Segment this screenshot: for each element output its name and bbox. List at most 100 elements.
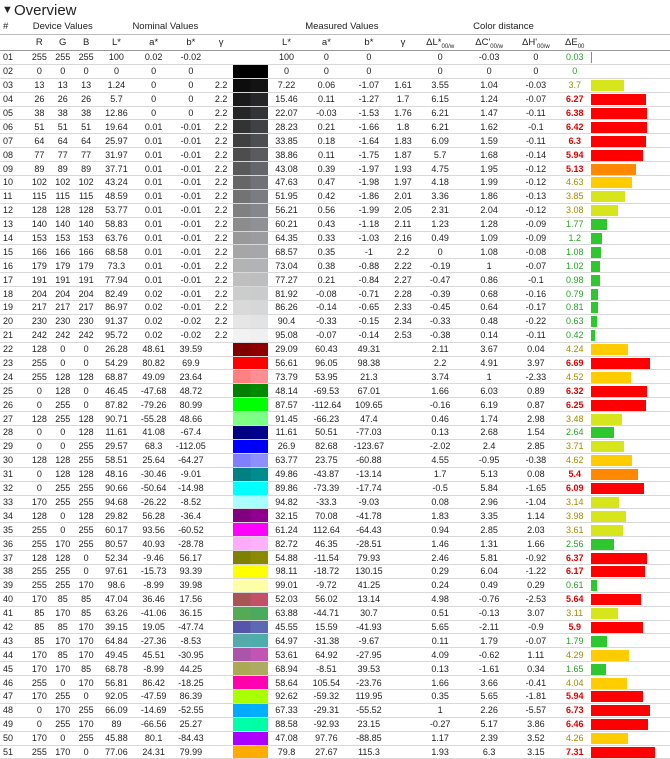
device-r: 255 bbox=[28, 578, 51, 592]
measured-a: 50.51 bbox=[305, 426, 348, 440]
table-row: 2124224224295.720.02-0.022.295.08-0.07-0… bbox=[0, 328, 670, 342]
delta-c: 1.68 bbox=[465, 148, 514, 162]
color-swatch bbox=[233, 203, 268, 217]
device-r: 179 bbox=[28, 259, 51, 273]
delta-e-bar-fill bbox=[591, 636, 607, 647]
nominal-b: -18.25 bbox=[172, 676, 209, 690]
nominal-a: 0 bbox=[135, 78, 172, 92]
delta-e-bar-fill bbox=[591, 372, 631, 383]
header-bar bbox=[591, 35, 670, 51]
measured-gamma: 2.05 bbox=[390, 203, 416, 217]
header-nominal-a: a* bbox=[135, 35, 172, 51]
nominal-gamma: 2.2 bbox=[209, 148, 232, 162]
measured-l: 15.46 bbox=[268, 92, 305, 106]
nominal-b: 17.56 bbox=[172, 592, 209, 606]
nominal-l: 53.77 bbox=[98, 203, 135, 217]
nominal-a: 19.05 bbox=[135, 620, 172, 634]
delta-c: 6.04 bbox=[465, 564, 514, 578]
measured-b: -88.85 bbox=[348, 731, 391, 745]
collapse-triangle-icon[interactable]: ▼ bbox=[2, 4, 14, 16]
device-r: 0 bbox=[28, 426, 51, 440]
measured-gamma: 2.01 bbox=[390, 189, 416, 203]
device-r: 85 bbox=[28, 620, 51, 634]
device-b: 170 bbox=[74, 648, 97, 662]
delta-e: 6.73 bbox=[558, 703, 591, 717]
delta-e-bar bbox=[591, 439, 670, 453]
nominal-l: 52.34 bbox=[98, 551, 135, 565]
delta-e: 5.4 bbox=[558, 467, 591, 481]
delta-e: 1.08 bbox=[558, 245, 591, 259]
measured-b: -9.03 bbox=[348, 495, 391, 509]
device-r: 170 bbox=[28, 592, 51, 606]
nominal-l: 95.72 bbox=[98, 328, 135, 342]
nominal-a: 0 bbox=[135, 92, 172, 106]
device-r: 255 bbox=[28, 564, 51, 578]
delta-e: 6.38 bbox=[558, 106, 591, 120]
delta-e-bar-fill bbox=[591, 247, 600, 258]
overview-header[interactable]: ▼ Overview bbox=[0, 0, 670, 20]
row-number: 22 bbox=[0, 342, 28, 356]
measured-gamma bbox=[390, 509, 416, 523]
row-number: 43 bbox=[0, 634, 28, 648]
measured-gamma bbox=[390, 731, 416, 745]
nominal-gamma bbox=[209, 578, 232, 592]
device-r: 38 bbox=[28, 106, 51, 120]
delta-l: 1.17 bbox=[416, 731, 465, 745]
row-number: 36 bbox=[0, 537, 28, 551]
row-number: 01 bbox=[0, 51, 28, 65]
nominal-l: 54.29 bbox=[98, 356, 135, 370]
delta-c: 0.14 bbox=[465, 328, 514, 342]
delta-e: 0.42 bbox=[558, 328, 591, 342]
measured-l: 48.14 bbox=[268, 384, 305, 398]
nominal-l: 58.83 bbox=[98, 217, 135, 231]
nominal-l: 87.82 bbox=[98, 398, 135, 412]
table-row: 3012812825558.5125.64-64.2763.7723.75-60… bbox=[0, 453, 670, 467]
color-swatch bbox=[233, 217, 268, 231]
measured-a: -0.03 bbox=[305, 106, 348, 120]
nominal-b: -0.01 bbox=[172, 301, 209, 315]
measured-l: 64.97 bbox=[268, 634, 305, 648]
measured-l: 26.9 bbox=[268, 439, 305, 453]
device-g: 26 bbox=[51, 92, 74, 106]
delta-c: 1.86 bbox=[465, 189, 514, 203]
device-b: 85 bbox=[74, 606, 97, 620]
nominal-gamma bbox=[209, 564, 232, 578]
nominal-l: 45.88 bbox=[98, 731, 135, 745]
table-row: 232550054.2980.8269.956.6196.0598.382.24… bbox=[0, 356, 670, 370]
nominal-gamma: 2.2 bbox=[209, 106, 232, 120]
delta-c: 1.28 bbox=[465, 217, 514, 231]
delta-h: -0.07 bbox=[514, 259, 559, 273]
table-row: 0651515119.640.01-0.012.228.230.21-1.661… bbox=[0, 120, 670, 134]
nominal-l: 19.64 bbox=[98, 120, 135, 134]
measured-b: -55.52 bbox=[348, 703, 391, 717]
delta-e: 0.61 bbox=[558, 578, 591, 592]
delta-l: 6.21 bbox=[416, 120, 465, 134]
row-number: 29 bbox=[0, 439, 28, 453]
measured-l: 95.08 bbox=[268, 328, 305, 342]
header-device-values: Device Values bbox=[28, 20, 98, 35]
device-r: 140 bbox=[28, 217, 51, 231]
device-g: 170 bbox=[51, 703, 74, 717]
row-number: 35 bbox=[0, 523, 28, 537]
measured-b: -17.74 bbox=[348, 481, 391, 495]
device-g: 255 bbox=[51, 689, 74, 703]
device-b: 64 bbox=[74, 134, 97, 148]
measured-l: 86.26 bbox=[268, 301, 305, 315]
measured-a: -9.72 bbox=[305, 578, 348, 592]
measured-a: -33.3 bbox=[305, 495, 348, 509]
device-r: 255 bbox=[28, 523, 51, 537]
nominal-l: 68.58 bbox=[98, 245, 135, 259]
nominal-a: 56.28 bbox=[135, 509, 172, 523]
measured-gamma bbox=[390, 703, 416, 717]
delta-e-bar bbox=[591, 328, 670, 342]
nominal-gamma bbox=[209, 398, 232, 412]
delta-e-bar bbox=[591, 481, 670, 495]
delta-h: 2.85 bbox=[514, 439, 559, 453]
delta-c: 1.47 bbox=[465, 106, 514, 120]
nominal-b: -28.78 bbox=[172, 537, 209, 551]
delta-e: 6.27 bbox=[558, 92, 591, 106]
delta-c: 0.64 bbox=[465, 301, 514, 315]
device-b: 51 bbox=[74, 120, 97, 134]
nominal-gamma bbox=[209, 745, 232, 759]
measured-b: 41.25 bbox=[348, 578, 391, 592]
